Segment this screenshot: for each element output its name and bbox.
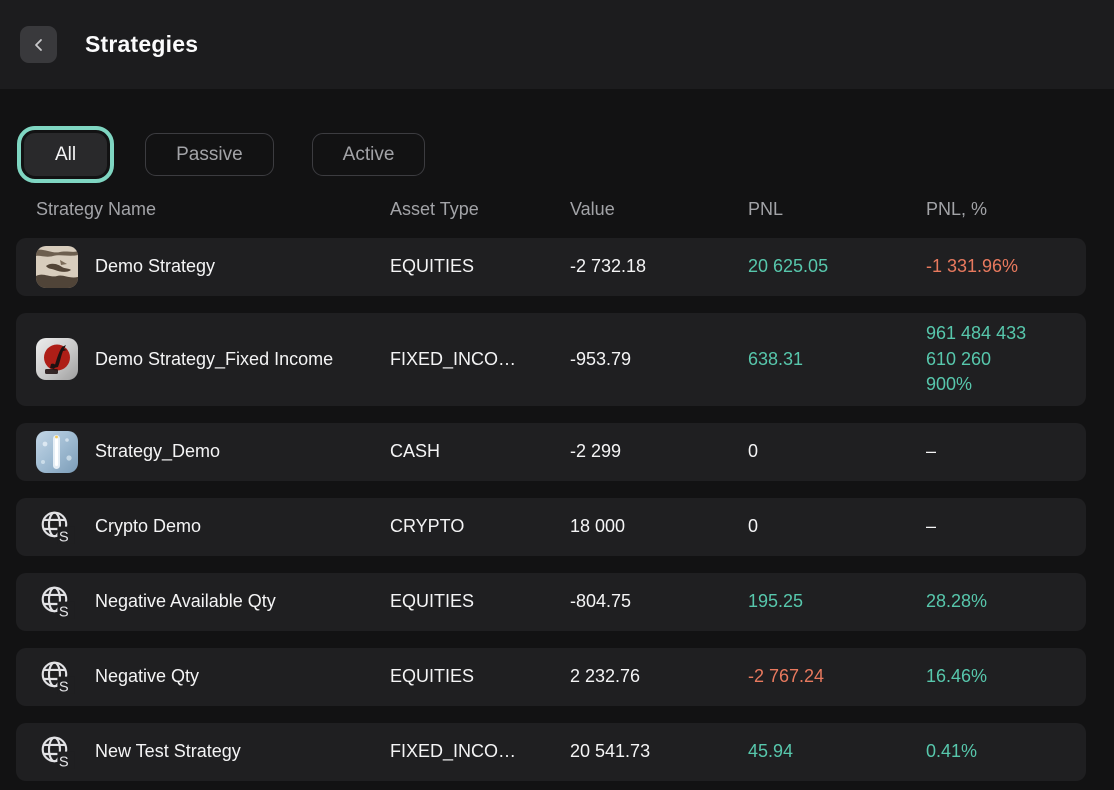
strategy-name-cell: Strategy_Demo bbox=[36, 431, 390, 473]
pnl-pct-cell: – bbox=[926, 514, 1032, 540]
pnl-cell: 0 bbox=[748, 514, 926, 540]
table-row[interactable]: Strategy_Demo CASH -2 299 0 – bbox=[16, 423, 1086, 481]
table-header-row: Strategy Name Asset Type Value PNL PNL, … bbox=[16, 196, 1086, 222]
table-row[interactable]: S New Test Strategy FIXED_INCO… 20 541.7… bbox=[16, 723, 1086, 781]
asset-type-cell: EQUITIES bbox=[390, 589, 570, 615]
pnl-cell: 20 625.05 bbox=[748, 254, 926, 280]
pnl-pct-cell: 0.41% bbox=[926, 739, 1032, 765]
globe-strategy-icon: S bbox=[36, 731, 78, 773]
globe-strategy-icon: S bbox=[36, 506, 78, 548]
pnl-cell: -2 767.24 bbox=[748, 664, 926, 690]
column-header-value: Value bbox=[570, 199, 748, 220]
top-bar: Strategies bbox=[0, 0, 1114, 89]
pnl-pct-cell: 28.28% bbox=[926, 589, 1032, 615]
pnl-cell: 638.31 bbox=[748, 347, 926, 373]
asset-type-cell: EQUITIES bbox=[390, 254, 570, 280]
filter-tab-all[interactable]: All bbox=[24, 133, 107, 176]
strategy-name-cell: S New Test Strategy bbox=[36, 731, 390, 773]
value-cell: 20 541.73 bbox=[570, 739, 748, 765]
asset-type-cell: FIXED_INCO… bbox=[390, 347, 570, 373]
asset-type-cell: CRYPTO bbox=[390, 514, 570, 540]
page-title: Strategies bbox=[85, 31, 198, 58]
pnl-pct-cell: – bbox=[926, 439, 1032, 465]
table-row[interactable]: S Negative Qty EQUITIES 2 232.76 -2 767.… bbox=[16, 648, 1086, 706]
chevron-left-icon bbox=[32, 38, 46, 52]
asset-type-cell: FIXED_INCO… bbox=[390, 739, 570, 765]
globe-strategy-icon: S bbox=[36, 656, 78, 698]
svg-text:S: S bbox=[59, 754, 69, 770]
filter-tab-passive[interactable]: Passive bbox=[145, 133, 274, 176]
svg-text:S: S bbox=[59, 604, 69, 620]
strategy-name: Demo Strategy bbox=[95, 255, 215, 278]
value-cell: -2 732.18 bbox=[570, 254, 748, 280]
pnl-cell: 45.94 bbox=[748, 739, 926, 765]
asset-type-cell: EQUITIES bbox=[390, 664, 570, 690]
value-cell: 18 000 bbox=[570, 514, 748, 540]
pnl-cell: 195.25 bbox=[748, 589, 926, 615]
value-cell: -804.75 bbox=[570, 589, 748, 615]
pnl-pct-cell: 16.46% bbox=[926, 664, 1032, 690]
strategy-name: New Test Strategy bbox=[95, 740, 241, 763]
strategy-name-cell: S Negative Available Qty bbox=[36, 581, 390, 623]
filter-tab-active[interactable]: Active bbox=[312, 133, 426, 176]
filter-tabs: All Passive Active bbox=[24, 133, 1114, 176]
column-header-pnl-pct: PNL, % bbox=[926, 199, 1066, 220]
column-header-asset-type: Asset Type bbox=[390, 199, 570, 220]
table-row[interactable]: Demo Strategy EQUITIES -2 732.18 20 625.… bbox=[16, 238, 1086, 296]
ice-photo-icon bbox=[36, 431, 78, 473]
strategy-name-cell: S Crypto Demo bbox=[36, 506, 390, 548]
strategy-name-cell: Demo Strategy_Fixed Income bbox=[36, 338, 390, 380]
svg-text:S: S bbox=[59, 529, 69, 545]
strategy-table-body: Demo Strategy EQUITIES -2 732.18 20 625.… bbox=[16, 238, 1086, 781]
pnl-pct-cell: -1 331.96% bbox=[926, 254, 1032, 280]
table-row[interactable]: Demo Strategy_Fixed Income FIXED_INCO… -… bbox=[16, 313, 1086, 406]
pnl-pct-cell: 961 484 433 610 260 900% bbox=[926, 321, 1032, 398]
strategies-table: Strategy Name Asset Type Value PNL PNL, … bbox=[16, 196, 1086, 781]
column-header-pnl: PNL bbox=[748, 199, 926, 220]
strategy-name: Negative Available Qty bbox=[95, 590, 276, 613]
strategy-name-cell: Demo Strategy bbox=[36, 246, 390, 288]
globe-strategy-icon: S bbox=[36, 581, 78, 623]
pnl-cell: 0 bbox=[748, 439, 926, 465]
table-row[interactable]: S Negative Available Qty EQUITIES -804.7… bbox=[16, 573, 1086, 631]
strategy-name: Negative Qty bbox=[95, 665, 199, 688]
value-cell: -2 299 bbox=[570, 439, 748, 465]
strategy-name: Crypto Demo bbox=[95, 515, 201, 538]
strategy-name: Demo Strategy_Fixed Income bbox=[95, 348, 333, 371]
strategy-name-cell: S Negative Qty bbox=[36, 656, 390, 698]
value-cell: -953.79 bbox=[570, 347, 748, 373]
art-painting-icon bbox=[36, 246, 78, 288]
japan-art-icon bbox=[36, 338, 78, 380]
value-cell: 2 232.76 bbox=[570, 664, 748, 690]
back-button[interactable] bbox=[20, 26, 57, 63]
column-header-strategy-name: Strategy Name bbox=[36, 199, 390, 220]
asset-type-cell: CASH bbox=[390, 439, 570, 465]
table-row[interactable]: S Crypto Demo CRYPTO 18 000 0 – bbox=[16, 498, 1086, 556]
strategy-name: Strategy_Demo bbox=[95, 440, 220, 463]
svg-text:S: S bbox=[59, 679, 69, 695]
